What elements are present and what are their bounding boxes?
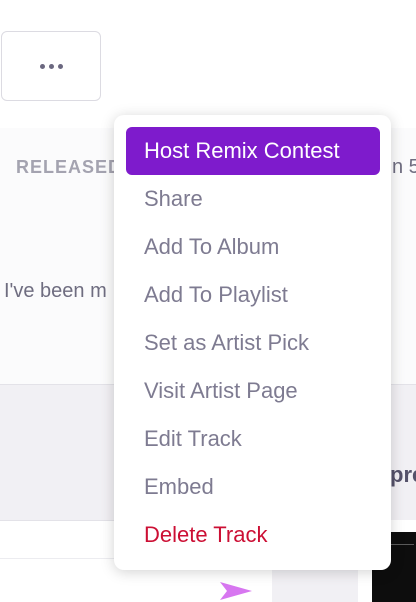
send-arrow-icon[interactable] (218, 580, 254, 602)
menu-item-host-remix-contest[interactable]: Host Remix Contest (126, 127, 380, 175)
menu-item-delete-track[interactable]: Delete Track (126, 511, 380, 559)
released-label: RELEASED (16, 157, 123, 177)
menu-item-set-artist-pick[interactable]: Set as Artist Pick (126, 319, 380, 367)
menu-item-visit-artist-page[interactable]: Visit Artist Page (126, 367, 380, 415)
track-page: RELEASED n 5s I've been m pre Host Remix… (0, 0, 416, 602)
menu-item-share[interactable]: Share (126, 175, 380, 223)
menu-item-add-to-playlist[interactable]: Add To Playlist (126, 271, 380, 319)
ellipsis-icon (39, 63, 63, 69)
menu-item-add-to-album[interactable]: Add To Album (126, 223, 380, 271)
track-description: I've been m (4, 280, 107, 302)
section-heading-fragment: pre (390, 462, 416, 487)
menu-item-edit-track[interactable]: Edit Track (126, 415, 380, 463)
more-options-button[interactable] (1, 31, 101, 101)
menu-item-embed[interactable]: Embed (126, 463, 380, 511)
track-overflow-menu: Host Remix Contest Share Add To Album Ad… (114, 115, 391, 570)
release-date-fragment: n 5s (392, 156, 416, 178)
